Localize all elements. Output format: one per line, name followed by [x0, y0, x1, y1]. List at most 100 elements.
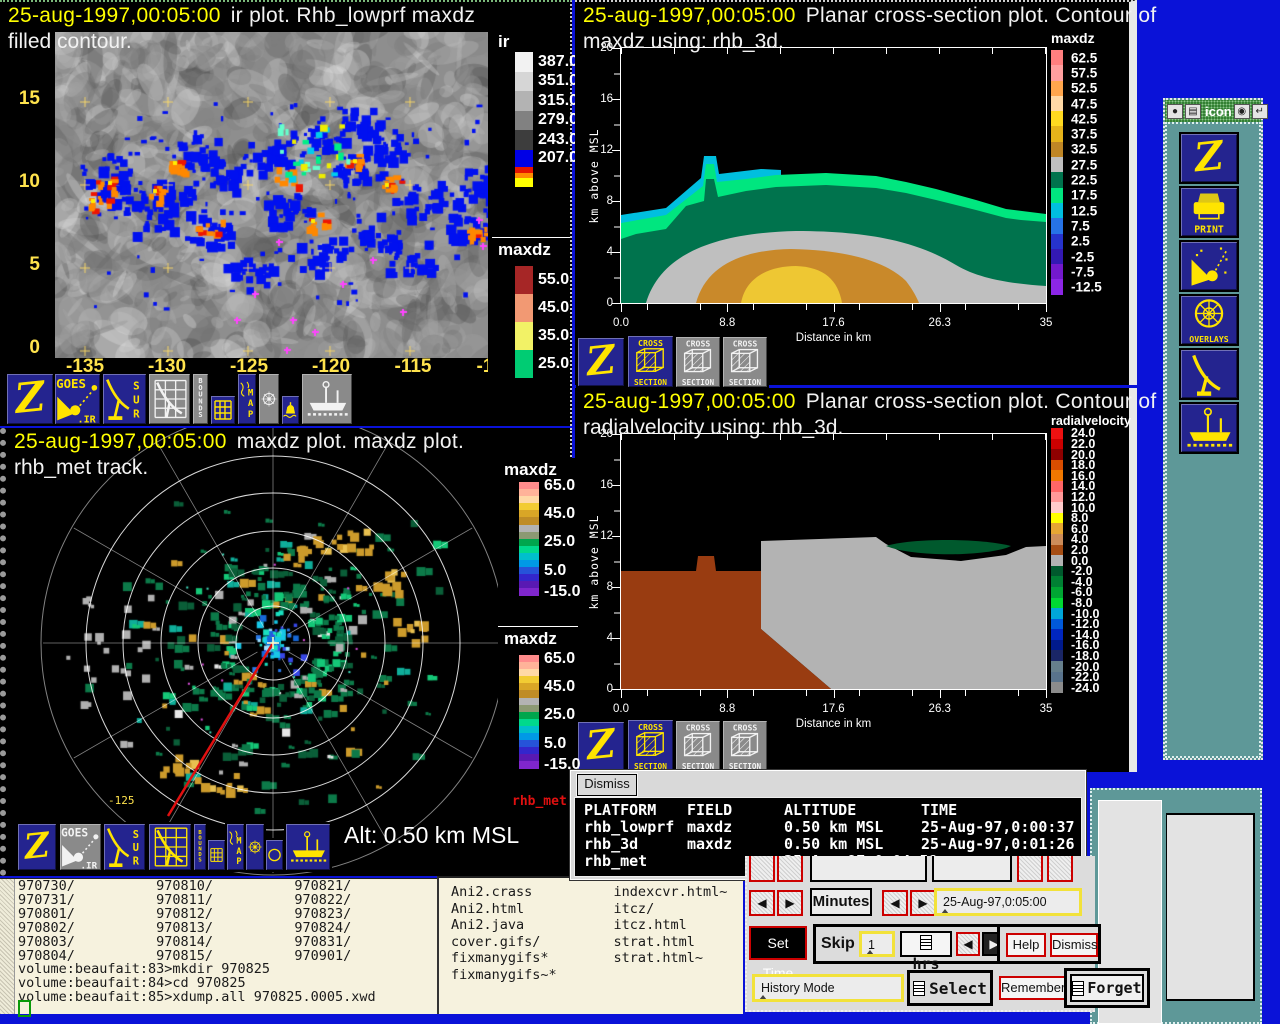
- cross-icon-button[interactable]: CROSSSECTION: [721, 719, 769, 773]
- select-button[interactable]: Select: [929, 979, 987, 998]
- radar-plot-window: 25-aug-1997,00:05:00maxdz plot. maxdz pl…: [0, 428, 572, 876]
- wm-return-icon[interactable]: ↵: [1252, 104, 1268, 119]
- y-tick-label: 0: [587, 297, 613, 309]
- colorbar-value: 47.5: [1071, 96, 1097, 111]
- dismiss-button[interactable]: Dismiss: [577, 774, 637, 796]
- cross-icon-button[interactable]: CROSSSECTION: [721, 335, 769, 389]
- colorbar-value: -12.5: [1071, 280, 1102, 295]
- gridradar-icon-button[interactable]: [147, 372, 192, 426]
- svg-text:A: A: [248, 399, 254, 409]
- hrs-units-button[interactable]: hrs: [900, 931, 952, 957]
- zebra-icon-button[interactable]: Z: [576, 720, 626, 772]
- skip-panel: Skip 1 hrs ◀ ▶: [813, 924, 1009, 964]
- arrow-button[interactable]: [1047, 856, 1073, 882]
- arrow-button[interactable]: [777, 856, 803, 882]
- svg-text:Z: Z: [20, 825, 52, 868]
- minute-forward-button[interactable]: ▶: [910, 890, 936, 916]
- skip-field[interactable]: 1: [859, 931, 895, 957]
- minute-back-button[interactable]: ◀: [882, 890, 908, 916]
- grid-icon-button[interactable]: [206, 838, 227, 872]
- sur-icon-button[interactable]: SUR: [102, 822, 147, 872]
- arrow-button[interactable]: [1017, 856, 1043, 882]
- radar-title-line2: rhb_met track.: [14, 456, 148, 480]
- zebra-icon-button[interactable]: Z: [5, 372, 55, 426]
- arrow-button[interactable]: [749, 856, 775, 882]
- step-back-button[interactable]: ◀: [749, 890, 775, 916]
- svg-text:S: S: [133, 829, 139, 841]
- colorbar-swatches: [519, 655, 539, 769]
- colorbar-value: 7.5: [1071, 218, 1090, 233]
- svg-text:P: P: [236, 857, 241, 867]
- ir-plot-title-line2: filled contour.: [8, 30, 132, 54]
- x-tick-label: 35: [1040, 317, 1053, 329]
- svg-text:CROSS: CROSS: [733, 723, 758, 733]
- dismiss-button[interactable]: Dismiss: [1050, 933, 1098, 957]
- desktop: ● ▤ icon ◉ ↵ ZPRINTOVERLAYS 25-aug-1997,…: [0, 0, 1280, 1024]
- radarant-icon-button[interactable]: [1179, 348, 1239, 400]
- zebra-icon-button[interactable]: Z: [576, 336, 626, 388]
- time-field[interactable]: 25-Aug-97,0:05:00: [934, 888, 1082, 916]
- colorbar-value: 35.0: [538, 327, 569, 345]
- zebra-icon-button[interactable]: Z: [16, 822, 58, 872]
- xterm-window-2[interactable]: Ani2.crass indexcvr.html~Ani2.html itcz/…: [437, 876, 743, 1014]
- colorbar-value: 45.0: [544, 505, 575, 523]
- x-tick-mark: [727, 303, 728, 312]
- map-icon-button[interactable]: MAP: [236, 372, 258, 426]
- goes-icon-button[interactable]: GOES.IR: [58, 822, 103, 872]
- goes-icon-button[interactable]: GOES.IR: [53, 372, 102, 426]
- y-tick-mark: [612, 689, 621, 690]
- print-icon-button[interactable]: PRINT: [1179, 186, 1239, 238]
- terminal-2-text[interactable]: Ani2.crass indexcvr.html~Ani2.html itcz/…: [451, 884, 741, 1014]
- set-time-button[interactable]: Set Time: [749, 926, 807, 960]
- remember-button[interactable]: Remember: [999, 976, 1067, 1000]
- svg-text:SECTION: SECTION: [682, 378, 715, 387]
- buoy-icon-button[interactable]: [280, 394, 301, 426]
- ship-icon-button[interactable]: [300, 372, 354, 426]
- ir-colorbar: ir387.0351.0315.0279.0243.0207.0: [492, 30, 570, 236]
- gridradar-icon-button[interactable]: [147, 822, 193, 872]
- upper-button[interactable]: [810, 856, 927, 882]
- minutes-button[interactable]: Minutes: [810, 888, 872, 916]
- ship-icon-button[interactable]: [284, 822, 332, 872]
- circleic-icon-button[interactable]: [264, 838, 285, 872]
- x-tick-mark: [834, 689, 835, 698]
- cross-icon-button[interactable]: CROSS SECTION: [674, 335, 722, 389]
- help-button[interactable]: Help: [1006, 933, 1046, 957]
- history-mode-field[interactable]: History Mode: [752, 974, 904, 1002]
- skip-back-button[interactable]: ◀: [956, 932, 980, 956]
- wm-iconify-icon[interactable]: ▤: [1185, 104, 1201, 119]
- upper-button[interactable]: [932, 856, 1012, 882]
- terminal-scrollbar[interactable]: [0, 879, 15, 1014]
- cross-icon-button[interactable]: CROSSSECTION: [626, 334, 675, 389]
- bounds-icon-button[interactable]: BOUNDS: [191, 372, 210, 426]
- overlays-icon-button[interactable]: OVERLAYS: [1179, 294, 1239, 346]
- map-icon-button[interactable]: MAP: [225, 822, 246, 872]
- cross-icon-button[interactable]: CROSSSECTION: [626, 718, 675, 773]
- grid-icon-button[interactable]: [209, 394, 237, 426]
- x-tick-label: 17.6: [822, 317, 844, 329]
- wheel-icon-button[interactable]: [257, 372, 281, 426]
- colorbar-value: 45.0: [544, 678, 575, 696]
- zebra-icon-button[interactable]: Z: [1179, 132, 1239, 184]
- wm-menu-icon[interactable]: ●: [1167, 104, 1183, 119]
- satellite-icon-button[interactable]: [1179, 240, 1239, 292]
- forget-button[interactable]: Forget: [1070, 974, 1144, 1002]
- y-tick-label: 0: [587, 683, 613, 695]
- colorbar-value: -15.0: [544, 583, 580, 601]
- cross-icon-button[interactable]: CROSSSECTION: [674, 719, 722, 773]
- colorbar-title: maxdz: [1051, 30, 1095, 46]
- sur-icon-button[interactable]: SUR: [101, 372, 148, 426]
- colorbar-value: 5.0: [544, 562, 566, 580]
- xterm-window[interactable]: 970730/ 970810/ 970821/970731/ 970811/ 9…: [0, 878, 437, 1014]
- svg-text:CROSS: CROSS: [686, 339, 711, 349]
- svg-text:Z: Z: [582, 722, 619, 770]
- icon-window-titlebar: ● ▤ icon ◉ ↵: [1165, 100, 1261, 122]
- step-forward-button[interactable]: ▶: [777, 890, 803, 916]
- wheel-icon-button[interactable]: [244, 822, 266, 872]
- terminal-text[interactable]: 970730/ 970810/ 970821/970731/ 970811/ 9…: [18, 880, 435, 1014]
- ship-icon-button[interactable]: [1179, 402, 1239, 454]
- svg-text:SECTION: SECTION: [729, 378, 762, 387]
- xsec2-y-axis-label: km above MSL: [587, 514, 601, 609]
- wm-zoom-icon[interactable]: ◉: [1234, 104, 1250, 119]
- colorbar-value: 62.5: [1071, 50, 1097, 65]
